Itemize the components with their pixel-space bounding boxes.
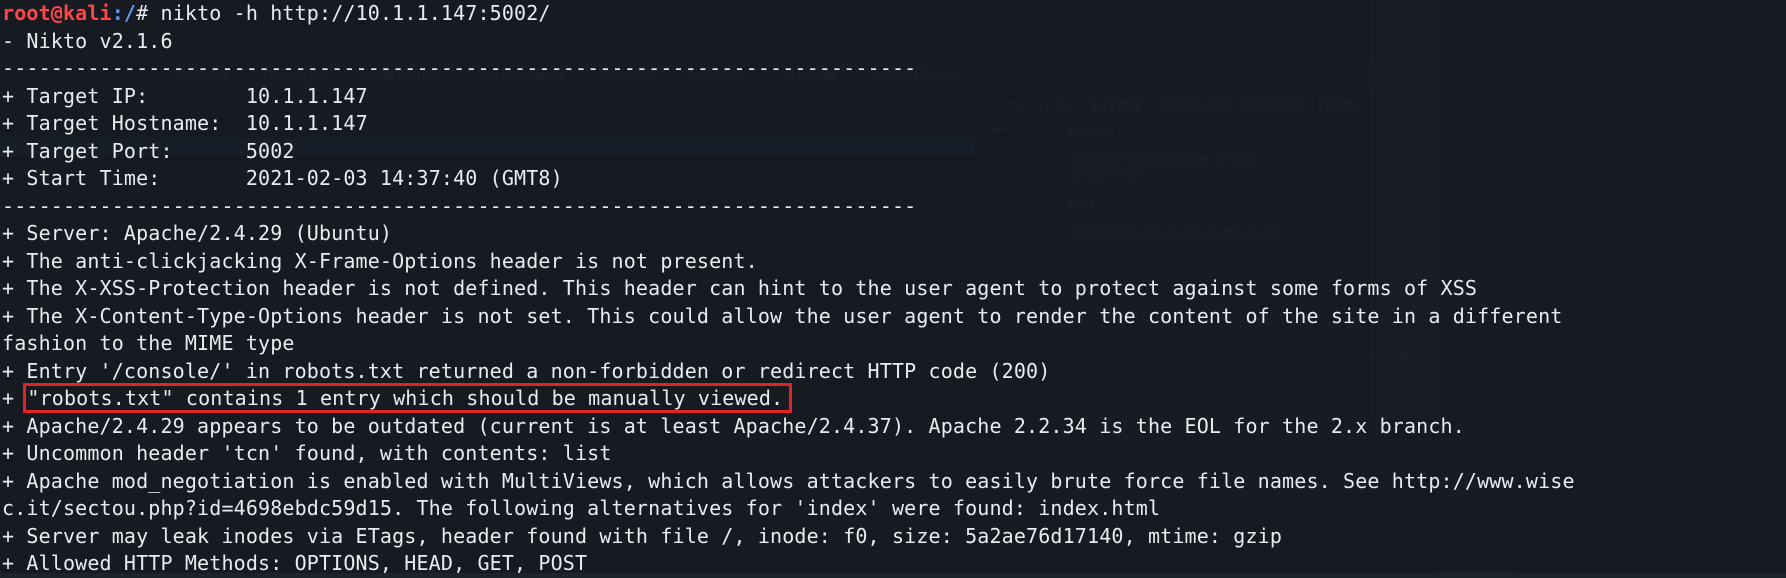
target-hostname-label: + Target Hostname:: [2, 111, 222, 135]
version-line: - Nikto v2.1.6: [2, 28, 173, 53]
finding-line: + The X-Content-Type-Options header is n…: [2, 303, 1563, 328]
finding-line: + The X-XSS-Protection header is not def…: [2, 276, 1478, 300]
finding-line: + Apache mod_negotiation is enabled with…: [2, 468, 1575, 493]
target-ip-line: + Target IP: 10.1.1.147: [2, 83, 1786, 111]
target-ip-value: 10.1.1.147: [245, 83, 368, 108]
finding-line: + Allowed HTTP Methods: OPTIONS, HEAD, G…: [2, 551, 588, 575]
separator-line: ----------------------------------------…: [2, 56, 917, 80]
highlighted-finding-line: + "robots.txt" contains 1 entry which sh…: [2, 383, 1786, 413]
target-ip-label: + Target IP:: [2, 83, 149, 108]
separator-line: ----------------------------------------…: [2, 193, 917, 218]
finding-line: + Apache/2.4.29 appears to be outdated (…: [2, 413, 1465, 438]
target-port-line: + Target Port: 5002: [2, 138, 1786, 166]
finding-line: c.it/sectou.php?id=4698ebdc59d15. The fo…: [2, 496, 1161, 520]
finding-line: + Server: Apache/2.4.29 (Ubuntu): [2, 221, 393, 245]
target-port-label: + Target Port:: [2, 138, 173, 163]
target-hostname-line: + Target Hostname: 10.1.1.147: [2, 110, 1786, 138]
command-text: nikto -h http://10.1.1.147:5002/: [160, 1, 551, 25]
target-hostname-value: 10.1.1.147: [245, 111, 368, 135]
terminal-output: root@kali:/# nikto -h http://10.1.1.147:…: [0, 0, 1786, 578]
finding-line: fashion to the MIME type: [2, 331, 295, 355]
finding-line: + Entry '/console/' in robots.txt return…: [2, 358, 1051, 383]
highlight-prefix: +: [2, 386, 27, 410]
prompt-user: root@kali: [2, 1, 112, 25]
command-line: root@kali:/# nikto -h http://10.1.1.147:…: [2, 0, 1786, 28]
start-time-line: + Start Time: 2021-02-03 14:37:40 (GMT8): [2, 165, 1786, 193]
finding-line: + The anti-clickjacking X-Frame-Options …: [2, 248, 758, 273]
target-port-value: 5002: [245, 138, 295, 163]
prompt-path: :/: [111, 1, 137, 25]
finding-line: + Server may leak inodes via ETags, head…: [2, 523, 1283, 548]
start-time-label: + Start Time:: [2, 166, 161, 190]
robots-txt-highlight: "robots.txt" contains 1 entry which shou…: [23, 383, 793, 413]
finding-line: + Uncommon header 'tcn' found, with cont…: [2, 441, 612, 465]
start-time-value: 2021-02-03 14:37:40 (GMT8): [245, 166, 563, 190]
prompt-symbol: #: [136, 1, 161, 25]
terminal-window[interactable]: root@kali:/# nikto -h http://10.1.1.147:…: [0, 0, 1786, 575]
